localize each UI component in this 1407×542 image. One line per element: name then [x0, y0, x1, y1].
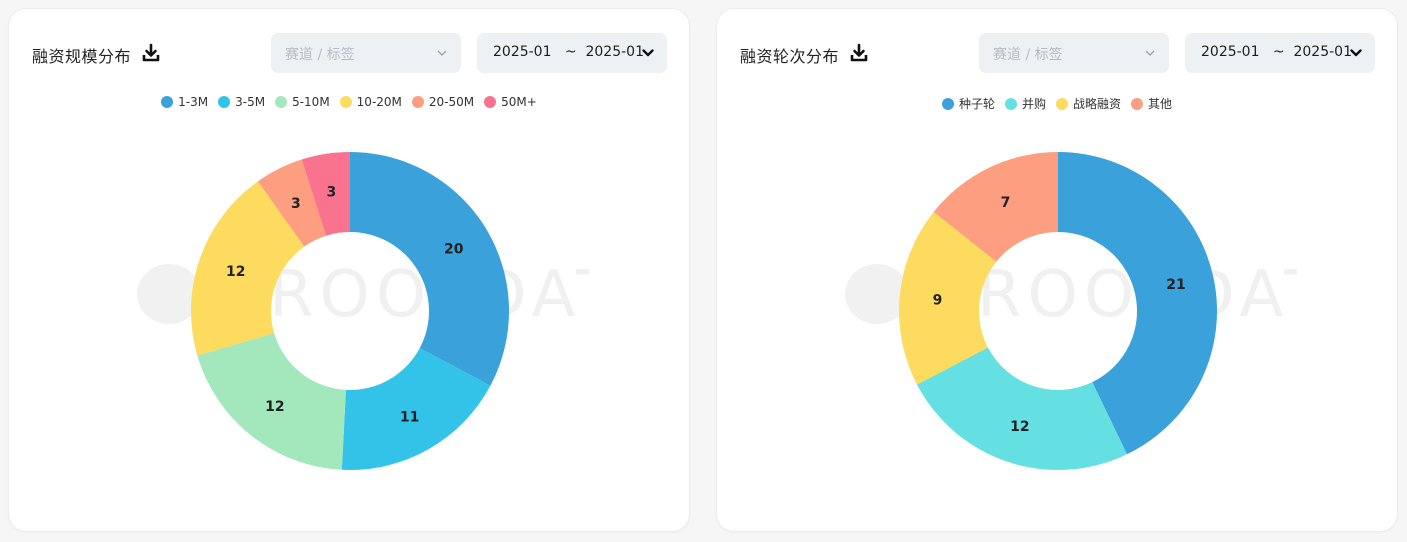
slice-value-label: 7: [1001, 195, 1011, 211]
funding-scale-card: 融资规模分布 赛道 / 标签 2025-01 ~ 2025-01 1-3M 3-5…: [8, 8, 690, 532]
slice-value-label: 3: [327, 184, 337, 200]
slice-value-label: 11: [400, 409, 419, 425]
donut-chart: 21 12 9 7: [899, 152, 1217, 470]
slice-value-label: 21: [1166, 277, 1185, 293]
slice-value-label: 20: [444, 242, 464, 258]
funding-round-card: 融资轮次分布 赛道 / 标签 2025-01 ~ 2025-01 种子轮 并购 战略…: [716, 8, 1398, 532]
donut-slice-0[interactable]: [350, 152, 509, 386]
slice-value-label: 3: [291, 196, 301, 212]
slice-value-label: 12: [265, 399, 284, 415]
slice-value-label: 12: [226, 264, 245, 280]
donut-chart: 20 11 12 12 3 3: [190, 152, 509, 471]
slice-value-label: 12: [1010, 419, 1029, 435]
slice-value-label: 9: [933, 292, 943, 308]
